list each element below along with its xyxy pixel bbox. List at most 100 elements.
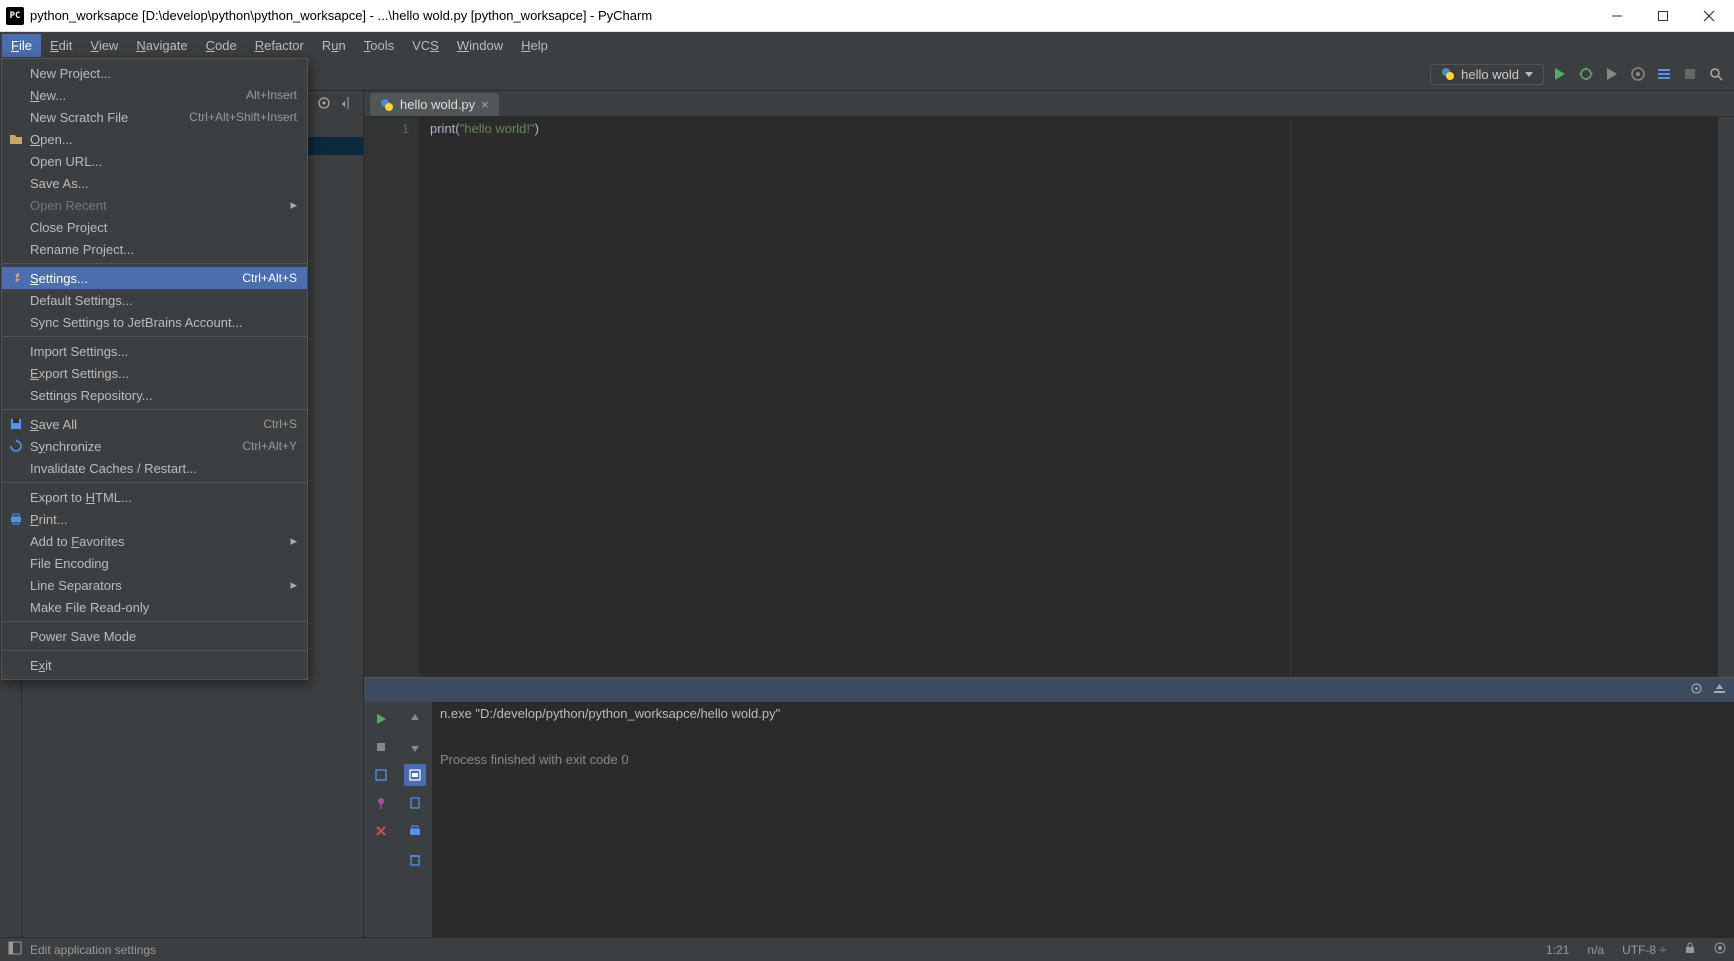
run-console-output[interactable]: n.exe "D:/develop/python/python_worksapc…	[432, 702, 1734, 937]
status-hint: Edit application settings	[30, 943, 156, 957]
menu-file[interactable]: File	[2, 34, 41, 57]
menu-help[interactable]: Help	[512, 34, 557, 57]
soft-wrap-button[interactable]	[404, 764, 426, 786]
menu-item-label: Open...	[30, 132, 73, 147]
file-menu-item[interactable]: Invalidate Caches / Restart...	[2, 457, 307, 479]
actions-button[interactable]	[1654, 64, 1674, 84]
maximize-button[interactable]	[1640, 0, 1686, 32]
wrench-icon	[8, 270, 24, 286]
settings-gear-icon[interactable]	[1690, 682, 1703, 698]
file-menu-item[interactable]: Close Project	[2, 216, 307, 238]
stop-button[interactable]	[1680, 64, 1700, 84]
line-separator-status[interactable]: n/a	[1587, 943, 1604, 957]
pycharm-app-icon: PC	[6, 7, 24, 25]
file-menu-item[interactable]: Line Separators▸	[2, 574, 307, 596]
menu-item-label: Make File Read-only	[30, 600, 149, 615]
menu-separator	[3, 482, 306, 483]
file-menu-item[interactable]: File Encoding	[2, 552, 307, 574]
run-configuration-combo[interactable]: hello wold	[1430, 64, 1544, 85]
file-menu-item[interactable]: Make File Read-only	[2, 596, 307, 618]
menu-shortcut: Ctrl+Alt+S	[242, 271, 297, 285]
file-menu-item[interactable]: Import Settings...	[2, 340, 307, 362]
file-menu-item[interactable]: New Scratch FileCtrl+Alt+Shift+Insert	[2, 106, 307, 128]
encoding-status[interactable]: UTF-8 ÷	[1622, 943, 1666, 957]
menu-item-label: Add to Favorites	[30, 534, 125, 549]
file-menu-item[interactable]: Default Settings...	[2, 289, 307, 311]
file-menu-item[interactable]: Open...	[2, 128, 307, 150]
file-menu-item[interactable]: Print...	[2, 508, 307, 530]
file-menu-item[interactable]: Open URL...	[2, 150, 307, 172]
menu-navigate[interactable]: Navigate	[127, 34, 196, 57]
close-button[interactable]	[1686, 0, 1732, 32]
file-menu-item[interactable]: Settings Repository...	[2, 384, 307, 406]
collapse-icon[interactable]	[341, 96, 355, 113]
file-menu-item[interactable]: Settings...Ctrl+Alt+S	[2, 267, 307, 289]
menu-item-label: Close Project	[30, 220, 107, 235]
menu-item-label: Settings Repository...	[30, 388, 153, 403]
file-menu-item[interactable]: Sync Settings to JetBrains Account...	[2, 311, 307, 333]
profile-button[interactable]	[1628, 64, 1648, 84]
close-button[interactable]	[370, 820, 392, 842]
tool-windows-toggle-icon[interactable]	[8, 941, 22, 958]
clear-all-button[interactable]	[404, 848, 426, 870]
run-config-label: hello wold	[1461, 67, 1519, 82]
file-menu-item[interactable]: Save AllCtrl+S	[2, 413, 307, 435]
menu-refactor[interactable]: Refactor	[246, 34, 313, 57]
submenu-arrow-icon: ▸	[290, 197, 297, 213]
search-everywhere-button[interactable]	[1706, 64, 1726, 84]
inspection-icon[interactable]	[1714, 942, 1726, 957]
editor-scrollbar[interactable]	[1718, 117, 1734, 677]
file-menu-item: Open Recent▸	[2, 194, 307, 216]
down-stack-button[interactable]	[404, 736, 426, 758]
menu-edit[interactable]: Edit	[41, 34, 81, 57]
menu-separator	[3, 263, 306, 264]
line-gutter: 1	[364, 117, 420, 677]
file-menu-item[interactable]: Export to HTML...	[2, 486, 307, 508]
menu-window[interactable]: Window	[448, 34, 512, 57]
file-menu-item[interactable]: Exit	[2, 654, 307, 676]
status-bar: Edit application settings 1:21 n/a UTF-8…	[0, 937, 1734, 961]
menu-view[interactable]: View	[81, 34, 127, 57]
menu-item-label: Export to HTML...	[30, 490, 132, 505]
file-menu-item[interactable]: New...Alt+Insert	[2, 84, 307, 106]
file-menu-item[interactable]: Rename Project...	[2, 238, 307, 260]
debug-button[interactable]	[1576, 64, 1596, 84]
rerun-button[interactable]	[370, 708, 392, 730]
settings-gear-icon[interactable]	[317, 96, 331, 113]
tab-close-icon[interactable]: ×	[481, 97, 489, 112]
scroll-to-end-button[interactable]	[404, 792, 426, 814]
hide-icon[interactable]	[1713, 682, 1726, 698]
run-coverage-button[interactable]	[1602, 64, 1622, 84]
file-menu-item[interactable]: SynchronizeCtrl+Alt+Y	[2, 435, 307, 457]
file-menu-item[interactable]: Add to Favorites▸	[2, 530, 307, 552]
code-body[interactable]: print("hello world!")	[420, 117, 1718, 677]
up-stack-button[interactable]	[404, 708, 426, 730]
code-editor[interactable]: 1 print("hello world!")	[364, 117, 1734, 677]
editor-area: hello wold.py × 1 print("hello world!")	[364, 91, 1734, 937]
editor-tab[interactable]: hello wold.py ×	[370, 93, 499, 116]
menu-tools[interactable]: Tools	[355, 34, 403, 57]
file-menu-item[interactable]: Power Save Mode	[2, 625, 307, 647]
stop-button[interactable]	[370, 736, 392, 758]
menu-code[interactable]: Code	[197, 34, 246, 57]
run-tool-window: n.exe "D:/develop/python/python_worksapc…	[364, 677, 1734, 937]
pin-button[interactable]	[370, 792, 392, 814]
print-button[interactable]	[404, 820, 426, 842]
menu-item-label: File Encoding	[30, 556, 109, 571]
minimize-button[interactable]	[1594, 0, 1640, 32]
menu-run[interactable]: Run	[313, 34, 355, 57]
file-menu-item[interactable]: Save As...	[2, 172, 307, 194]
file-menu-item[interactable]: New Project...	[2, 62, 307, 84]
window-title: python_worksapce [D:\develop\python\pyth…	[30, 8, 1594, 23]
menu-item-label: Open URL...	[30, 154, 102, 169]
folder-icon	[8, 131, 24, 147]
cursor-position[interactable]: 1:21	[1546, 943, 1569, 957]
lock-icon[interactable]	[1684, 942, 1696, 957]
menu-vcs[interactable]: VCS	[403, 34, 448, 57]
menu-separator	[3, 621, 306, 622]
file-menu-item[interactable]: Export Settings...	[2, 362, 307, 384]
run-side-toolbar-left	[364, 702, 398, 937]
run-button[interactable]	[1550, 64, 1570, 84]
editor-tabs: hello wold.py ×	[364, 91, 1734, 117]
restore-layout-button[interactable]	[370, 764, 392, 786]
